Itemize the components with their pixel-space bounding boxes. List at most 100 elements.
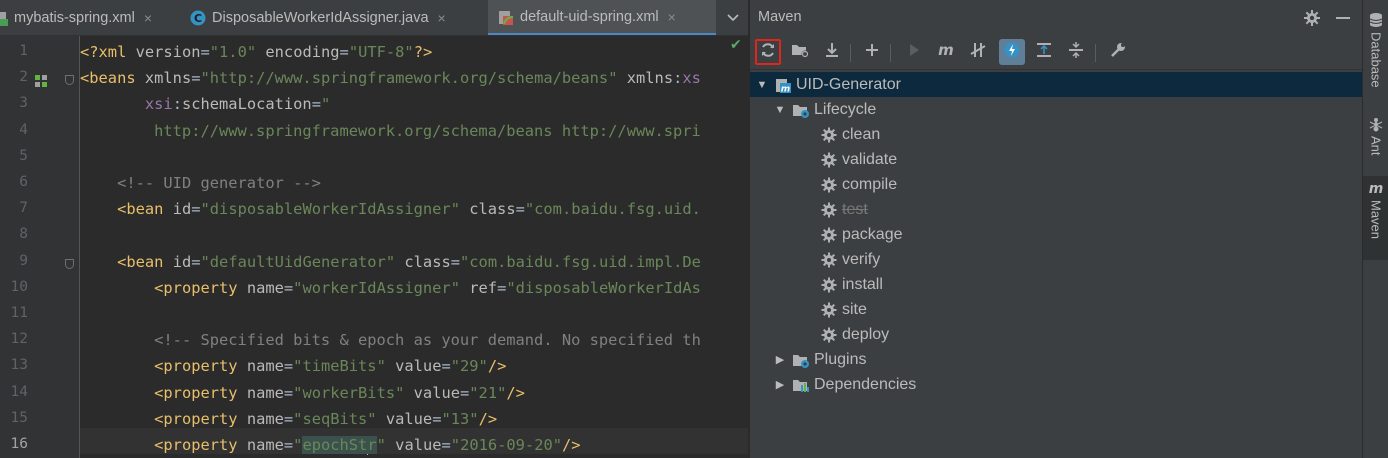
xml-value: "com.baidu.fsg.uid. <box>524 200 701 219</box>
reload-all-maven-projects-button[interactable] <box>755 39 781 65</box>
code-editor[interactable]: mybatis-spring.xml × C DisposableWorkerI… <box>0 0 748 458</box>
maven-settings-button[interactable] <box>1105 39 1131 65</box>
execute-maven-goal-button[interactable]: m <box>933 39 959 65</box>
tree-node-install[interactable]: install <box>750 272 1363 297</box>
inspection-ok-icon[interactable]: ✔ <box>730 37 742 53</box>
code-text: = <box>200 43 210 61</box>
skip-tests-button[interactable] <box>999 39 1025 65</box>
close-icon[interactable]: × <box>668 9 676 25</box>
tab-label: DisposableWorkerIdAssigner.java <box>212 10 429 26</box>
xml-attribute: class <box>404 252 451 271</box>
tab-mybatis-spring-xml[interactable]: mybatis-spring.xml × <box>0 0 176 35</box>
xml-value: http://www.springframework.org/schema/be… <box>80 121 701 140</box>
tree-node-site[interactable]: site <box>750 297 1363 322</box>
toggle-offline-mode-button[interactable] <box>965 39 991 65</box>
code-line[interactable]: <beans xmlns="http://www.springframework… <box>80 65 701 91</box>
close-icon[interactable]: × <box>438 10 446 26</box>
tree-node-plugins[interactable]: ▶ Plugins <box>750 347 1363 372</box>
svg-text:m: m <box>1369 181 1384 196</box>
tab-default-uid-spring-xml[interactable]: default-uid-spring.xml × <box>488 0 716 35</box>
tree-node-label: Plugins <box>814 350 867 368</box>
close-icon[interactable]: × <box>144 10 152 26</box>
code-line[interactable]: <property name="epochStr" value="2016-09… <box>80 432 581 458</box>
code-line[interactable]: <?xml version="1.0" encoding="UTF-8"?> <box>80 39 432 65</box>
maven-m-icon: m <box>1368 180 1384 197</box>
xml-attribute: id <box>172 200 192 219</box>
code-text: = <box>283 383 294 402</box>
tree-node-deploy[interactable]: deploy <box>750 322 1363 347</box>
fold-marker-icon[interactable] <box>65 258 74 269</box>
xml-attribute: value <box>395 436 442 454</box>
xml-attribute: id <box>172 252 192 271</box>
tree-node-test[interactable]: test <box>750 197 1363 222</box>
xml-attribute: name <box>246 436 284 454</box>
code-line[interactable]: <!-- UID generator --> <box>80 170 321 196</box>
xml-attribute: ref <box>469 278 498 297</box>
tree-node-label: UID-Generator <box>796 75 901 93</box>
collapse-all-button[interactable] <box>1063 39 1089 65</box>
line-number: 14 <box>10 383 28 400</box>
tree-node-uid-generator[interactable]: ▼ m UID-Generator <box>750 72 1363 97</box>
collapse-arrow-icon[interactable]: ▶ <box>774 379 786 391</box>
download-sources-button[interactable] <box>819 39 845 65</box>
tab-disposableworkeridassigner-java[interactable]: C DisposableWorkerIdAssigner.java × <box>190 0 486 35</box>
tree-node-label: Dependencies <box>814 375 917 393</box>
highlighted-value: epochSt <box>302 436 368 454</box>
code-line[interactable]: xsi:schemaLocation=" <box>80 91 330 117</box>
xml-tag: <property <box>154 357 247 376</box>
tree-node-compile[interactable]: compile <box>750 172 1363 197</box>
tree-node-clean[interactable]: clean <box>750 122 1363 147</box>
maven-tool-button[interactable]: m Maven <box>1363 176 1388 260</box>
show-dependencies-button[interactable] <box>1031 39 1057 65</box>
xml-tag: <bean <box>117 252 173 271</box>
chevron-down-icon[interactable] <box>718 0 748 35</box>
tree-node-verify[interactable]: verify <box>750 247 1363 272</box>
lifecycle-folder-icon <box>792 101 810 119</box>
run-maven-build-button[interactable] <box>901 39 927 65</box>
minimize-icon[interactable] <box>1336 17 1350 19</box>
expand-arrow-icon[interactable]: ▼ <box>774 104 786 116</box>
code-area[interactable]: <?xml version="1.0" encoding="UTF-8"?> <b… <box>80 36 748 458</box>
code-line[interactable]: <bean id="disposableWorkerIdAssigner" cl… <box>80 196 701 222</box>
tree-node-dependencies[interactable]: ▶ Dependencies <box>750 372 1363 397</box>
code-line[interactable]: <property name="workerBits" value="21"/> <box>80 380 525 406</box>
code-line[interactable]: <!-- Specified bits & epoch as your dema… <box>80 327 701 353</box>
ant-tool-button[interactable]: Ant <box>1363 112 1388 170</box>
collapse-arrow-icon[interactable]: ▶ <box>774 354 786 366</box>
code-text: = <box>515 200 525 219</box>
gear-icon[interactable] <box>1303 9 1321 27</box>
code-line[interactable]: <property name="seqBits" value="13"/> <box>80 406 497 432</box>
svg-text:C: C <box>194 12 202 25</box>
tree-node-lifecycle[interactable]: ▼ Lifecycle <box>750 97 1363 122</box>
database-tool-button[interactable]: Database <box>1363 8 1388 100</box>
code-line[interactable]: <property name="workerIdAssigner" ref="d… <box>80 275 701 301</box>
bean-gutter-icon[interactable] <box>34 73 48 88</box>
maven-tool-label: Maven <box>1368 200 1384 240</box>
line-number: 1 <box>19 43 28 59</box>
generate-sources-button[interactable] <box>787 39 813 65</box>
add-maven-project-button[interactable] <box>859 39 885 65</box>
expand-arrow-icon[interactable]: ▼ <box>756 79 768 91</box>
code-text: = <box>497 278 507 297</box>
tree-node-validate[interactable]: validate <box>750 147 1363 172</box>
code-line[interactable]: http://www.springframework.org/schema/be… <box>80 118 701 144</box>
tree-node-package[interactable]: package <box>750 222 1363 247</box>
code-line[interactable]: <property name="timeBits" value="29"/> <box>80 353 506 379</box>
xml-attribute: class <box>469 200 516 219</box>
line-number-gutter[interactable]: 1 2 3 4 5 6 7 8 9 10 11 12 13 14 15 16 <box>0 36 80 458</box>
maven-projects-tree[interactable]: ▼ m UID-Generator ▼ Lifecycle clean validate co… <box>750 72 1363 458</box>
tree-node-label: install <box>842 275 883 293</box>
code-text: = <box>450 252 461 271</box>
line-number: 11 <box>10 305 28 321</box>
dependencies-folder-icon <box>792 376 810 394</box>
code-line[interactable]: <bean id="defaultUidGenerator" class="co… <box>80 249 701 275</box>
fold-marker-icon[interactable] <box>65 75 74 86</box>
